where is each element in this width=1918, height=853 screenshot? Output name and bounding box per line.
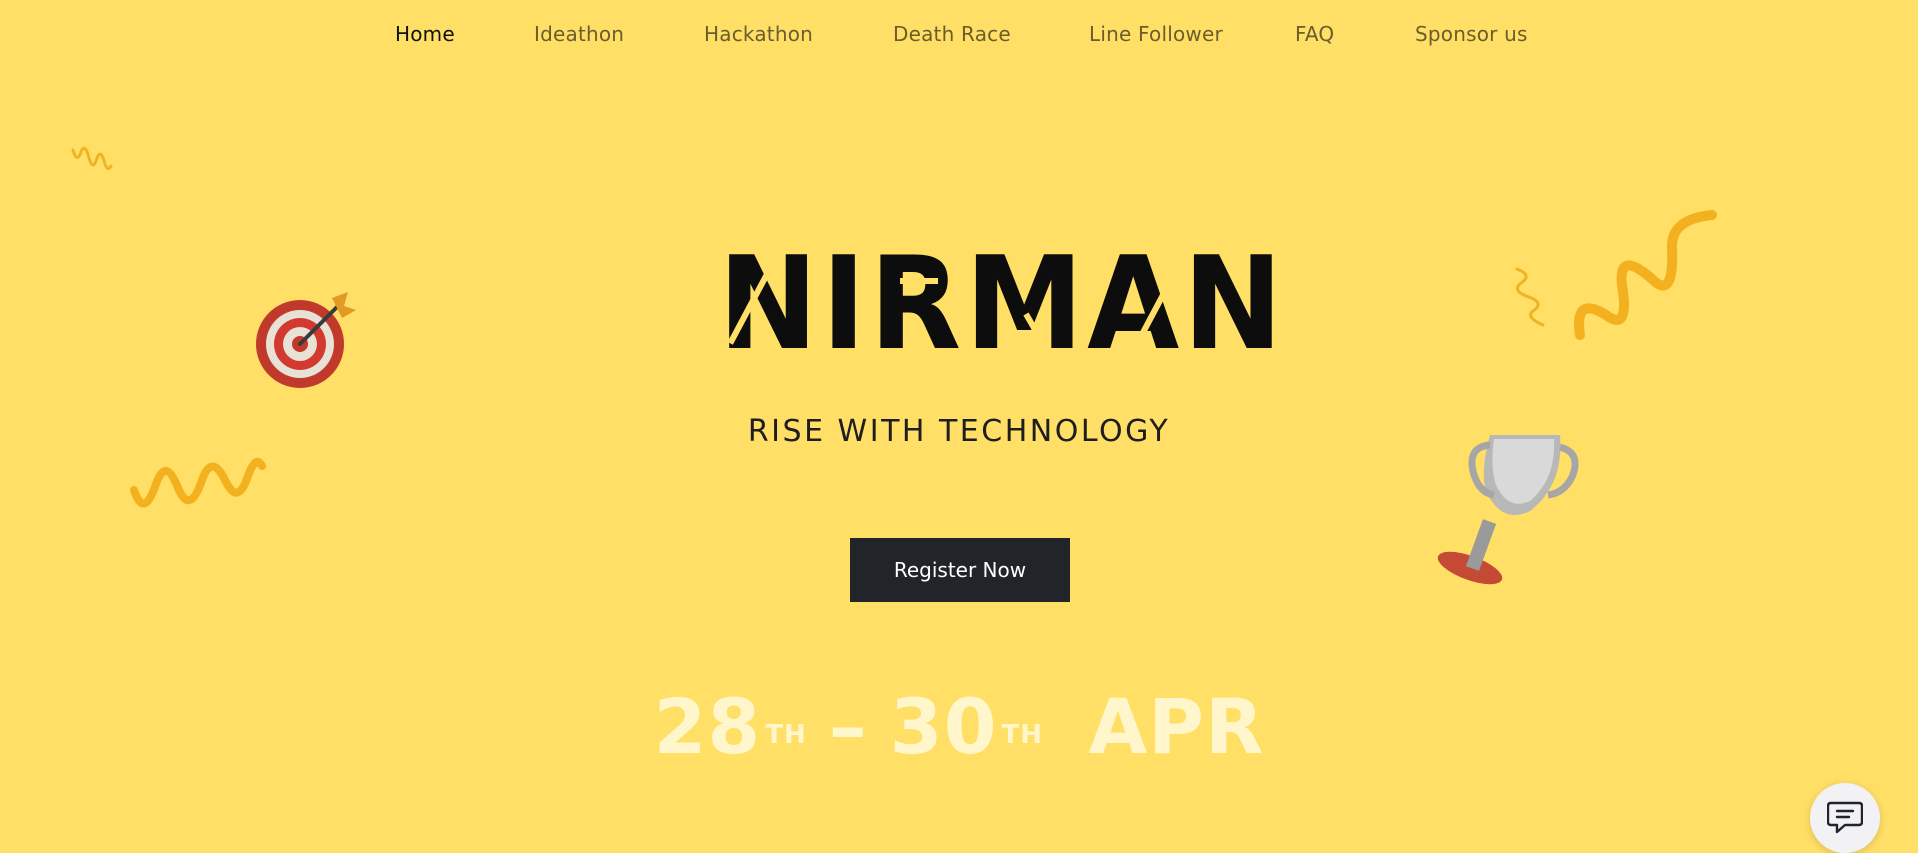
nav-faq[interactable]: FAQ (1295, 22, 1334, 46)
date-separator: – (828, 682, 868, 771)
nav-hackathon[interactable]: Hackathon (704, 22, 813, 46)
nav-ideathon[interactable]: Ideathon (534, 22, 624, 46)
squiggle-icon (1574, 210, 1717, 340)
top-nav: Home Ideathon Hackathon Death Race Line … (0, 0, 1918, 70)
start-suffix: TH (765, 720, 807, 750)
end-day: 30 (889, 682, 998, 771)
logo-text: NIRMAN (718, 230, 1287, 379)
month: APR (1088, 682, 1265, 771)
chat-button[interactable] (1810, 783, 1880, 853)
end-suffix: TH (1001, 720, 1043, 750)
nirman-logo: NIRMAN (700, 230, 1287, 379)
squiggle-icon (1515, 267, 1545, 327)
tagline: RISE WITH TECHNOLOGY (747, 414, 1171, 449)
event-dates: 28 TH –30 TH APR (0, 680, 1918, 774)
dartboard-icon (256, 292, 356, 388)
trophy-icon (1437, 435, 1579, 585)
squiggle-icon (71, 146, 113, 171)
nav-death-race[interactable]: Death Race (893, 22, 1011, 46)
chat-bubble-icon (1827, 801, 1863, 834)
nav-line-follower[interactable]: Line Follower (1089, 22, 1223, 46)
register-now-button[interactable]: Register Now (850, 538, 1070, 602)
nav-sponsor-us[interactable]: Sponsor us (1415, 22, 1528, 46)
nav-home[interactable]: Home (395, 22, 455, 46)
start-day: 28 (653, 682, 762, 771)
